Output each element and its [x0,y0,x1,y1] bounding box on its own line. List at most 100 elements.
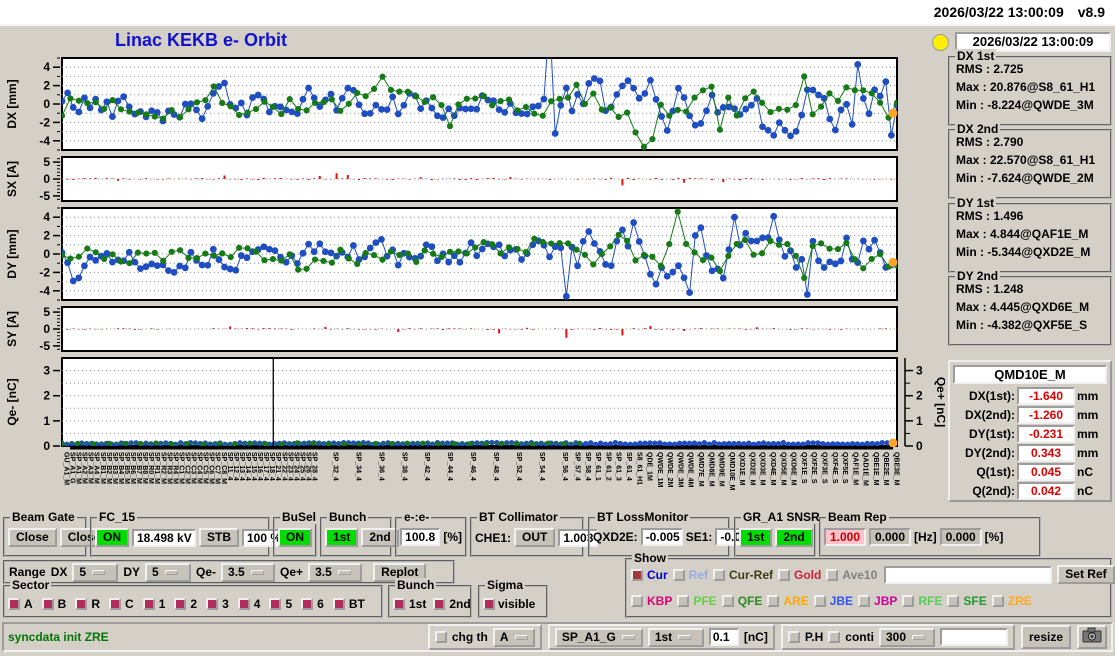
show-checkbox[interactable] [778,569,790,581]
fc15-on-button[interactable]: ON [95,528,129,547]
sector-checkbox[interactable] [109,598,121,610]
monitor-label: DY(2nd): [953,446,1015,460]
show-item-kbp: KBP [631,594,672,608]
stat-min: Min : -7.624@QWDE_2M [956,171,1110,185]
stat-rms: RMS : 1.496 [956,209,1110,223]
sector-checkbox[interactable] [143,598,155,610]
monitor-unit: mm [1077,389,1103,403]
page-title: Linac KEKB e- Orbit [115,30,287,51]
sector-label: B [58,597,67,611]
sector-checkbox[interactable] [301,598,313,610]
resize-button[interactable]: resize [1021,625,1071,649]
group-title: Sigma [485,578,525,592]
option-menu-indicator [678,635,691,640]
sector-label: A [24,597,33,611]
chg-th-select[interactable]: A [493,628,535,647]
range-qem-select[interactable]: 3.5 [221,563,275,582]
sector-item-2: 2 [174,597,197,611]
show-checkbox[interactable] [631,569,643,581]
sector-checkbox[interactable] [174,598,186,610]
threshold-input[interactable] [709,628,739,646]
sector-checkbox[interactable] [42,598,54,610]
sector-checkbox[interactable] [238,598,250,610]
range-dx-select[interactable]: 5 [72,563,118,582]
monitor-row: DY(2nd): 0.343 mm [953,443,1107,462]
busel-group: BuSel ON [273,517,317,557]
che1-out-button[interactable]: OUT [514,528,555,547]
stat-min: Min : -4.382@QXF5E_S [956,318,1110,332]
sector-item-c: C [109,597,134,611]
chg-th-panel: chg th A [428,624,542,650]
group-title: Sector [10,578,51,592]
bunch-1st-button[interactable]: 1st [325,528,358,547]
se1-label: SE1: [686,530,713,544]
show-item-are: ARE [767,594,808,608]
sector-label: 6 [317,597,324,611]
monitor-unit: mm [1077,446,1103,460]
sector-item-r: R [75,597,100,611]
stat-max: Max : 22.570@S8_61_H1 [956,153,1110,167]
sigma-visible-label: visible [498,597,535,611]
bunch-checkbox[interactable] [433,598,445,610]
sector-checkbox[interactable] [75,598,87,610]
screenshot-button[interactable] [1077,625,1107,649]
snsr-1st-button[interactable]: 1st [739,528,772,547]
show-label: Cur [647,568,668,582]
beam-rep-v2: 0.000 [869,528,911,546]
bunch-show-group: Bunch 1st 2nd [388,585,472,618]
show-checkbox[interactable] [902,595,914,607]
beam-gate-close-1-button[interactable]: Close [8,528,57,547]
sigma-visible-checkbox[interactable] [483,598,495,610]
show-checkbox[interactable] [858,595,870,607]
sigma-group: Sigma visible [478,585,548,618]
range-dy-select[interactable]: 5 [145,563,191,582]
sector-label: 4 [254,597,261,611]
ph-checkbox[interactable] [788,631,800,643]
chg-th-label: chg th [452,630,488,644]
sector-item-4: 4 [238,597,261,611]
sector-checkbox[interactable] [206,598,218,610]
show-checkbox[interactable] [992,595,1004,607]
set-ref-button[interactable]: Set Ref [1057,565,1114,584]
bunch-number-select[interactable]: 1st [648,628,704,647]
show-checkbox[interactable] [826,569,838,581]
ref-file-input[interactable] [884,566,1052,584]
option-menu-indicator [251,570,264,575]
sector-checkbox[interactable] [333,598,345,610]
bunch-checkbox[interactable] [393,598,405,610]
ee-ratio-value: 100.8 [400,528,440,546]
show-item-cur-ref: Cur-Ref [713,568,773,582]
show-checkbox[interactable] [767,595,779,607]
show-checkbox[interactable] [713,569,725,581]
bpm-name-select[interactable]: SP_A1_G [555,628,643,647]
sector-checkbox[interactable] [8,598,20,610]
range-qep-select[interactable]: 3.5 [308,563,362,582]
show-checkbox[interactable] [677,595,689,607]
monitor-unit: nC [1077,484,1103,498]
show-checkbox[interactable] [673,569,685,581]
sector-label: C [125,597,134,611]
show-label: ARE [783,594,808,608]
stat-rms: RMS : 2.725 [956,62,1110,76]
conti-checkbox[interactable] [828,631,840,643]
option-menu-indicator [338,570,351,575]
window-titlebar: 2026/03/22 13:00:09 v8.9 [0,0,1115,24]
snsr-2nd-button[interactable]: 2nd [775,528,812,547]
extra-input[interactable] [940,628,1008,646]
chg-th-checkbox[interactable] [435,631,447,643]
points-select[interactable]: 300 [879,628,935,647]
fc15-stb-button[interactable]: STB [199,528,239,547]
show-checkbox[interactable] [631,595,643,607]
sector-checkbox[interactable] [269,598,281,610]
option-menu-indicator [622,635,635,640]
show-item-gold: Gold [778,568,821,582]
bunch-2nd-button[interactable]: 2nd [361,528,398,547]
show-checkbox[interactable] [814,595,826,607]
sector-item-bt: BT [333,597,365,611]
busel-on-button[interactable]: ON [278,528,312,547]
show-checkbox[interactable] [722,595,734,607]
show-checkbox[interactable] [947,595,959,607]
sector-item-a: A [8,597,33,611]
stat-max: Max : 20.876@S8_61_H1 [956,80,1110,94]
sector-label: BT [349,597,365,611]
